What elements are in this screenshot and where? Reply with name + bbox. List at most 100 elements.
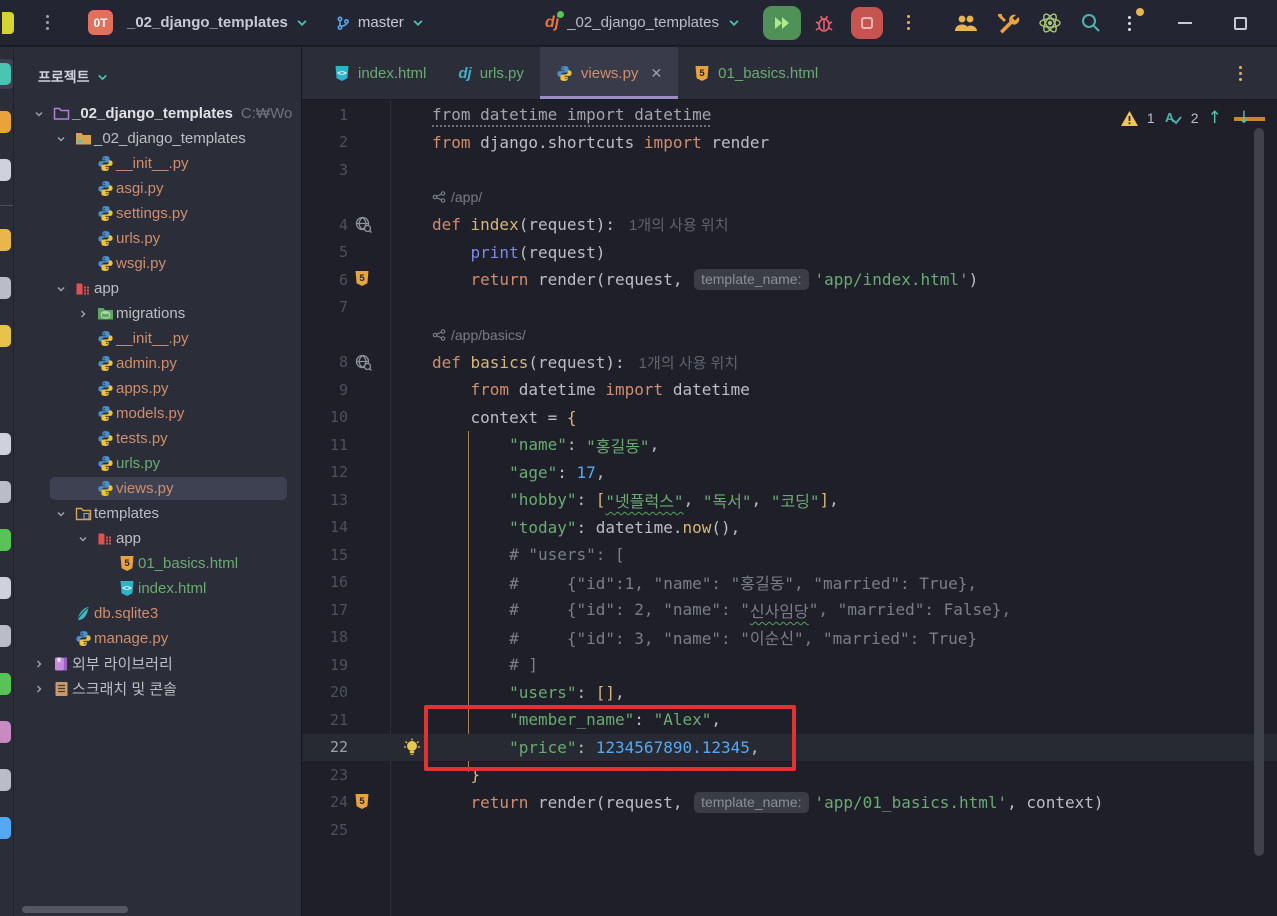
tab-index.html[interactable]: <> index.html <box>318 47 442 99</box>
usage-icon[interactable] <box>354 215 373 234</box>
project-icon[interactable] <box>0 59 13 89</box>
structure-icon[interactable] <box>0 227 13 253</box>
code-line-7[interactable]: 7 <box>302 294 1277 322</box>
code-line-6[interactable]: 65 return render(request, template_name:… <box>302 266 1277 294</box>
code-line-8[interactable]: 8 def basics (request): 1개의 사용 위치 <box>302 349 1277 377</box>
url-hint[interactable]: /app/ <box>451 189 482 205</box>
tree-item-_02_django_templates[interactable]: _02_django_templates <box>14 126 301 151</box>
pull-request-icon[interactable] <box>0 575 13 601</box>
tree-item-01_basics.html[interactable]: 5 01_basics.html <box>14 551 301 576</box>
run-more-actions-icon[interactable] <box>899 12 917 34</box>
next-problem-icon[interactable]: ↓ <box>1237 108 1251 128</box>
project-panel-header[interactable]: 프로젝트 <box>14 47 301 93</box>
tree-item-settings.py[interactable]: settings.py <box>14 201 301 226</box>
services-icon[interactable] <box>0 623 13 649</box>
horizontal-scrollbar[interactable] <box>22 906 128 913</box>
tree-item-index.html[interactable]: <> index.html <box>14 576 301 601</box>
code-line-12[interactable]: 12 "age": 17, <box>302 459 1277 487</box>
html5-icon[interactable]: 5 <box>354 270 373 289</box>
terminal-icon[interactable] <box>0 479 13 505</box>
tree-item-app[interactable]: app <box>14 276 301 301</box>
code-line-2[interactable]: 2 from django.shortcuts import render <box>302 129 1277 157</box>
tree-item-스크래치 및 콘솔[interactable]: 스크래치 및 콘솔 <box>14 676 301 701</box>
vertical-scrollbar[interactable] <box>1254 128 1264 856</box>
code-line-13[interactable]: 13 "hobby": ["넷플럭스", "독서", "코딩"], <box>302 486 1277 514</box>
code-line-11[interactable]: 11 "name": "홍길동", <box>302 431 1277 459</box>
chevron-open-icon[interactable] <box>72 533 94 545</box>
python-packages-icon[interactable] <box>0 671 13 697</box>
html5-icon[interactable]: 5 <box>354 793 373 812</box>
git-branch-widget[interactable]: master <box>335 14 425 31</box>
tree-item-manage.py[interactable]: manage.py <box>14 626 301 651</box>
tree-item-models.py[interactable]: models.py <box>14 401 301 426</box>
code-line-4[interactable]: 4 def index (request): 1개의 사용 위치 <box>302 211 1277 239</box>
tree-item-views.py[interactable]: views.py <box>14 476 301 501</box>
tab-01_basics.html[interactable]: 5 01_basics.html <box>678 47 834 99</box>
tab-options-icon[interactable] <box>1231 62 1249 84</box>
main-menu-icon[interactable] <box>38 12 56 34</box>
find-icon[interactable] <box>0 275 13 301</box>
tree-item-wsgi.py[interactable]: wsgi.py <box>14 251 301 276</box>
chevron-open-icon[interactable] <box>50 508 72 520</box>
chevron-closed-icon[interactable] <box>28 683 50 695</box>
sciview-icon[interactable] <box>0 719 13 745</box>
stop-button[interactable] <box>851 6 884 39</box>
tree-item-__init__.py[interactable]: __init__.py <box>14 151 301 176</box>
ai-assistant-icon[interactable] <box>1038 11 1062 35</box>
code-with-me-icon[interactable] <box>954 14 978 32</box>
tree-item-migrations[interactable]: migrations <box>14 301 301 326</box>
tab-urls.py[interactable]: dj urls.py <box>442 47 540 99</box>
prev-problem-icon[interactable]: ↑ <box>1208 108 1222 128</box>
code-line-3[interactable]: 3 <box>302 156 1277 184</box>
url-hint[interactable]: /app/basics/ <box>451 327 526 343</box>
tree-item-admin.py[interactable]: admin.py <box>14 351 301 376</box>
run-button[interactable] <box>763 5 802 40</box>
chevron-open-icon[interactable] <box>50 133 72 145</box>
tree-item-urls.py[interactable]: urls.py <box>14 226 301 251</box>
chevron-closed-icon[interactable] <box>28 658 50 670</box>
chevron-open-icon[interactable] <box>28 108 50 120</box>
chevron-open-icon[interactable] <box>50 283 72 295</box>
project-switcher[interactable]: _02_django_templates <box>127 14 309 31</box>
tree-item-외부 라이브러리[interactable]: 외부 라이브러리 <box>14 651 301 676</box>
tree-item-_02_django_templates[interactable]: _02_django_templates C:₩Wo <box>14 101 301 126</box>
code-editor[interactable]: 1 from datetime import datetime 2 from djan… <box>302 100 1277 916</box>
bookmark-icon[interactable] <box>0 109 13 135</box>
tree-item-__init__.py[interactable]: __init__.py <box>14 326 301 351</box>
chevron-closed-icon[interactable] <box>72 308 94 320</box>
code-line-18[interactable]: 18 # {"id": 3, "name": "이순신", "married":… <box>302 624 1277 652</box>
usage-icon[interactable] <box>354 353 373 372</box>
tools-icon[interactable] <box>996 12 1020 34</box>
tab-views.py[interactable]: views.py ✕ <box>539 47 679 99</box>
tree-item-tests.py[interactable]: tests.py <box>14 426 301 451</box>
code-line-19[interactable]: 19 # ] <box>302 651 1277 679</box>
version-control-icon[interactable] <box>0 527 13 553</box>
window-minimize-button[interactable] <box>1178 22 1192 24</box>
todo-icon[interactable] <box>0 815 13 841</box>
code-line-16[interactable]: 16 # {"id":1, "name": "홍길동", "married": … <box>302 569 1277 597</box>
tree-item-templates[interactable]: templates <box>14 501 301 526</box>
tree-item-db.sqlite3[interactable]: db.sqlite3 <box>14 601 301 626</box>
code-line-24[interactable]: 24 5 return render(request, template_name… <box>302 789 1277 817</box>
bulb-icon[interactable] <box>403 738 422 757</box>
code-vision-hint[interactable]: /app/ <box>302 184 1277 212</box>
github-icon[interactable] <box>0 431 13 457</box>
settings-menu-icon[interactable] <box>1120 8 1144 34</box>
commit-icon[interactable] <box>0 157 13 183</box>
close-icon[interactable]: ✕ <box>650 65 662 82</box>
code-line-15[interactable]: 15 # "users": [ <box>302 541 1277 569</box>
run-configuration[interactable]: _02_django_templates <box>567 14 719 31</box>
debug-button[interactable] <box>813 12 835 34</box>
code-line-5[interactable]: 5 print (request) <box>302 239 1277 267</box>
inspection-widget[interactable]: 1 A 2 ↑ ↓ <box>1120 108 1251 128</box>
code-line-10[interactable]: 10 context = { <box>302 404 1277 432</box>
code-line-20[interactable]: 20 "users": [], <box>302 679 1277 707</box>
tree-item-apps.py[interactable]: apps.py <box>14 376 301 401</box>
code-vision-hint[interactable]: /app/basics/ <box>302 321 1277 349</box>
code-line-17[interactable]: 17 # {"id": 2, "name": " 신사임당 ", "married"… <box>302 596 1277 624</box>
code-line-14[interactable]: 14 "today": datetime. now (), <box>302 514 1277 542</box>
tree-item-app[interactable]: app <box>14 526 301 551</box>
breakpoint-icon[interactable] <box>0 323 13 349</box>
code-line-9[interactable]: 9 from datetime import datetime <box>302 376 1277 404</box>
window-maximize-button[interactable] <box>1234 16 1247 30</box>
